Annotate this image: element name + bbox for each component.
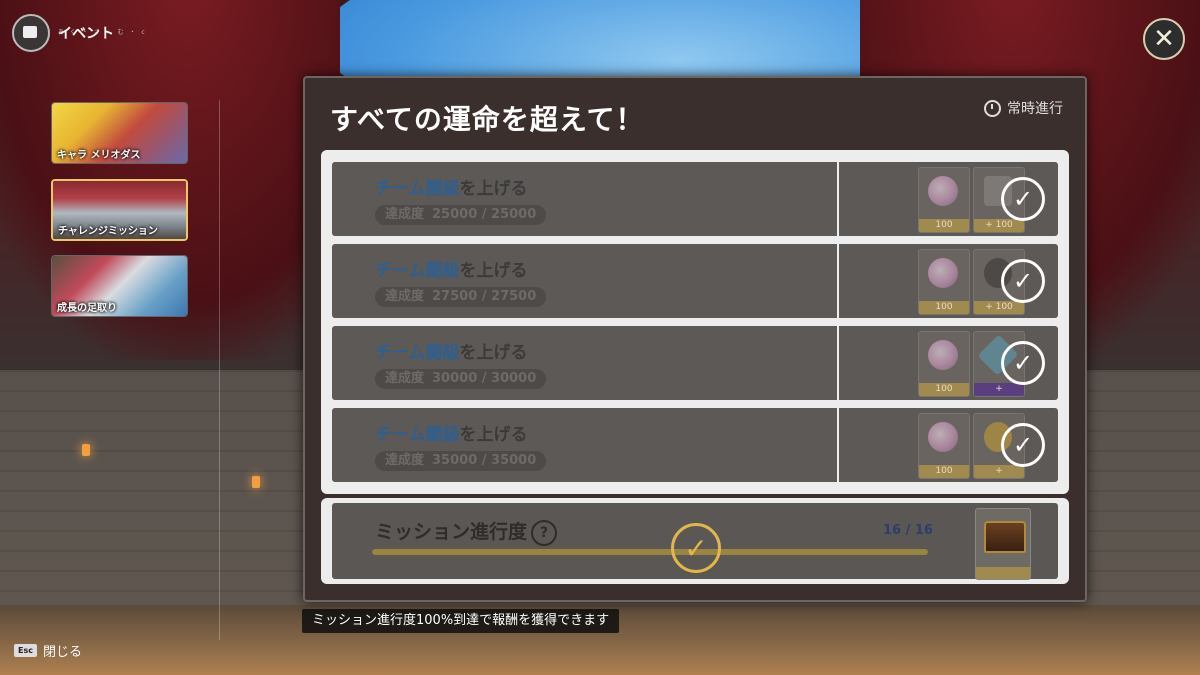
clock-icon	[984, 99, 1001, 117]
tab-meliodas[interactable]: キャラ メリオダス	[51, 102, 188, 164]
tab-label: キャラ メリオダス	[57, 150, 141, 161]
torch-icon	[252, 476, 260, 488]
mission-name: チーム闘級を上げる	[375, 343, 528, 363]
mission-progress-card: ミッション進行度? 16 / 16 ✓	[332, 503, 1058, 580]
mission-row[interactable]: チーム闘級を上げる 達成度 25000 / 25000 100 + 100 ✓	[332, 162, 1058, 236]
check-icon: ✓	[1001, 259, 1045, 303]
reward-gem[interactable]: 100	[918, 331, 970, 397]
close-button[interactable]: ✕	[1143, 18, 1185, 60]
tab-growth[interactable]: 成長の足取り	[51, 255, 188, 317]
gem-icon	[928, 340, 958, 370]
reward-gem[interactable]: 100	[918, 413, 970, 479]
tab-label: チャレンジミッション	[58, 226, 158, 237]
event-icon	[12, 14, 50, 52]
help-button[interactable]: ?	[531, 519, 558, 546]
mission-list[interactable]: チーム闘級を上げる 達成度 25000 / 25000 100 + 100 ✓ チ…	[321, 150, 1069, 494]
close-icon: ✕	[1153, 24, 1175, 54]
gem-icon	[928, 422, 958, 452]
esc-key-icon: Esc	[14, 644, 37, 657]
mission-row[interactable]: チーム闘級を上げる 達成度 30000 / 30000 100 + ✓	[332, 326, 1058, 400]
mission-count: 16 / 16	[883, 523, 933, 538]
mission-name: チーム闘級を上げる	[375, 179, 528, 199]
mission-name: チーム闘級を上げる	[375, 425, 528, 445]
mission-progress-section: ミッション進行度? 16 / 16 ✓	[321, 498, 1069, 584]
mission-progress-bar	[372, 549, 928, 555]
mission-progress: 達成度 30000 / 30000	[375, 369, 547, 389]
sidebar-divider	[219, 100, 220, 640]
torch-icon	[82, 444, 90, 456]
mission-progress: 達成度 35000 / 35000	[375, 451, 547, 471]
gem-icon	[928, 176, 958, 206]
mission-progress: 達成度 25000 / 25000	[375, 205, 547, 225]
tab-label: 成長の足取り	[57, 303, 117, 314]
esc-label: 閉じる	[42, 645, 82, 660]
check-icon: ✓	[1001, 341, 1045, 385]
event-subtitle: あ く ・ さ ・ む ・ c	[58, 29, 147, 36]
mission-panel: すべての運命を超えて！ 常時進行 チーム闘級を上げる 達成度 25000 / 25…	[303, 76, 1087, 602]
panel-title: すべての運命を超えて！	[330, 103, 645, 136]
mission-row[interactable]: チーム闘級を上げる 達成度 35000 / 35000 100 + ✓	[332, 408, 1058, 482]
mission-name: チーム闘級を上げる	[375, 261, 528, 281]
esc-close[interactable]: Esc 閉じる	[14, 641, 82, 660]
status-badge: 常時進行	[984, 98, 1063, 118]
reward-gem[interactable]: 100	[918, 167, 970, 233]
reward-hint: ミッション進行度100%到達で報酬を獲得できます	[302, 609, 620, 633]
check-icon: ✓	[1001, 177, 1045, 221]
mission-progress: 達成度 27500 / 27500	[375, 287, 547, 307]
check-icon: ✓	[671, 523, 721, 573]
treasure-chest-reward[interactable]	[975, 508, 1031, 580]
tab-challenge-mission[interactable]: チャレンジミッション	[51, 179, 188, 241]
mission-row[interactable]: チーム闘級を上げる 達成度 27500 / 27500 100 + 100 ✓	[332, 244, 1058, 318]
reward-gem[interactable]: 100	[918, 249, 970, 315]
progress-fill	[372, 549, 928, 555]
gem-icon	[928, 258, 958, 288]
mission-progress-title: ミッション進行度?	[375, 517, 558, 546]
check-icon: ✓	[1001, 423, 1045, 467]
badge-label: 常時進行	[1007, 101, 1063, 117]
